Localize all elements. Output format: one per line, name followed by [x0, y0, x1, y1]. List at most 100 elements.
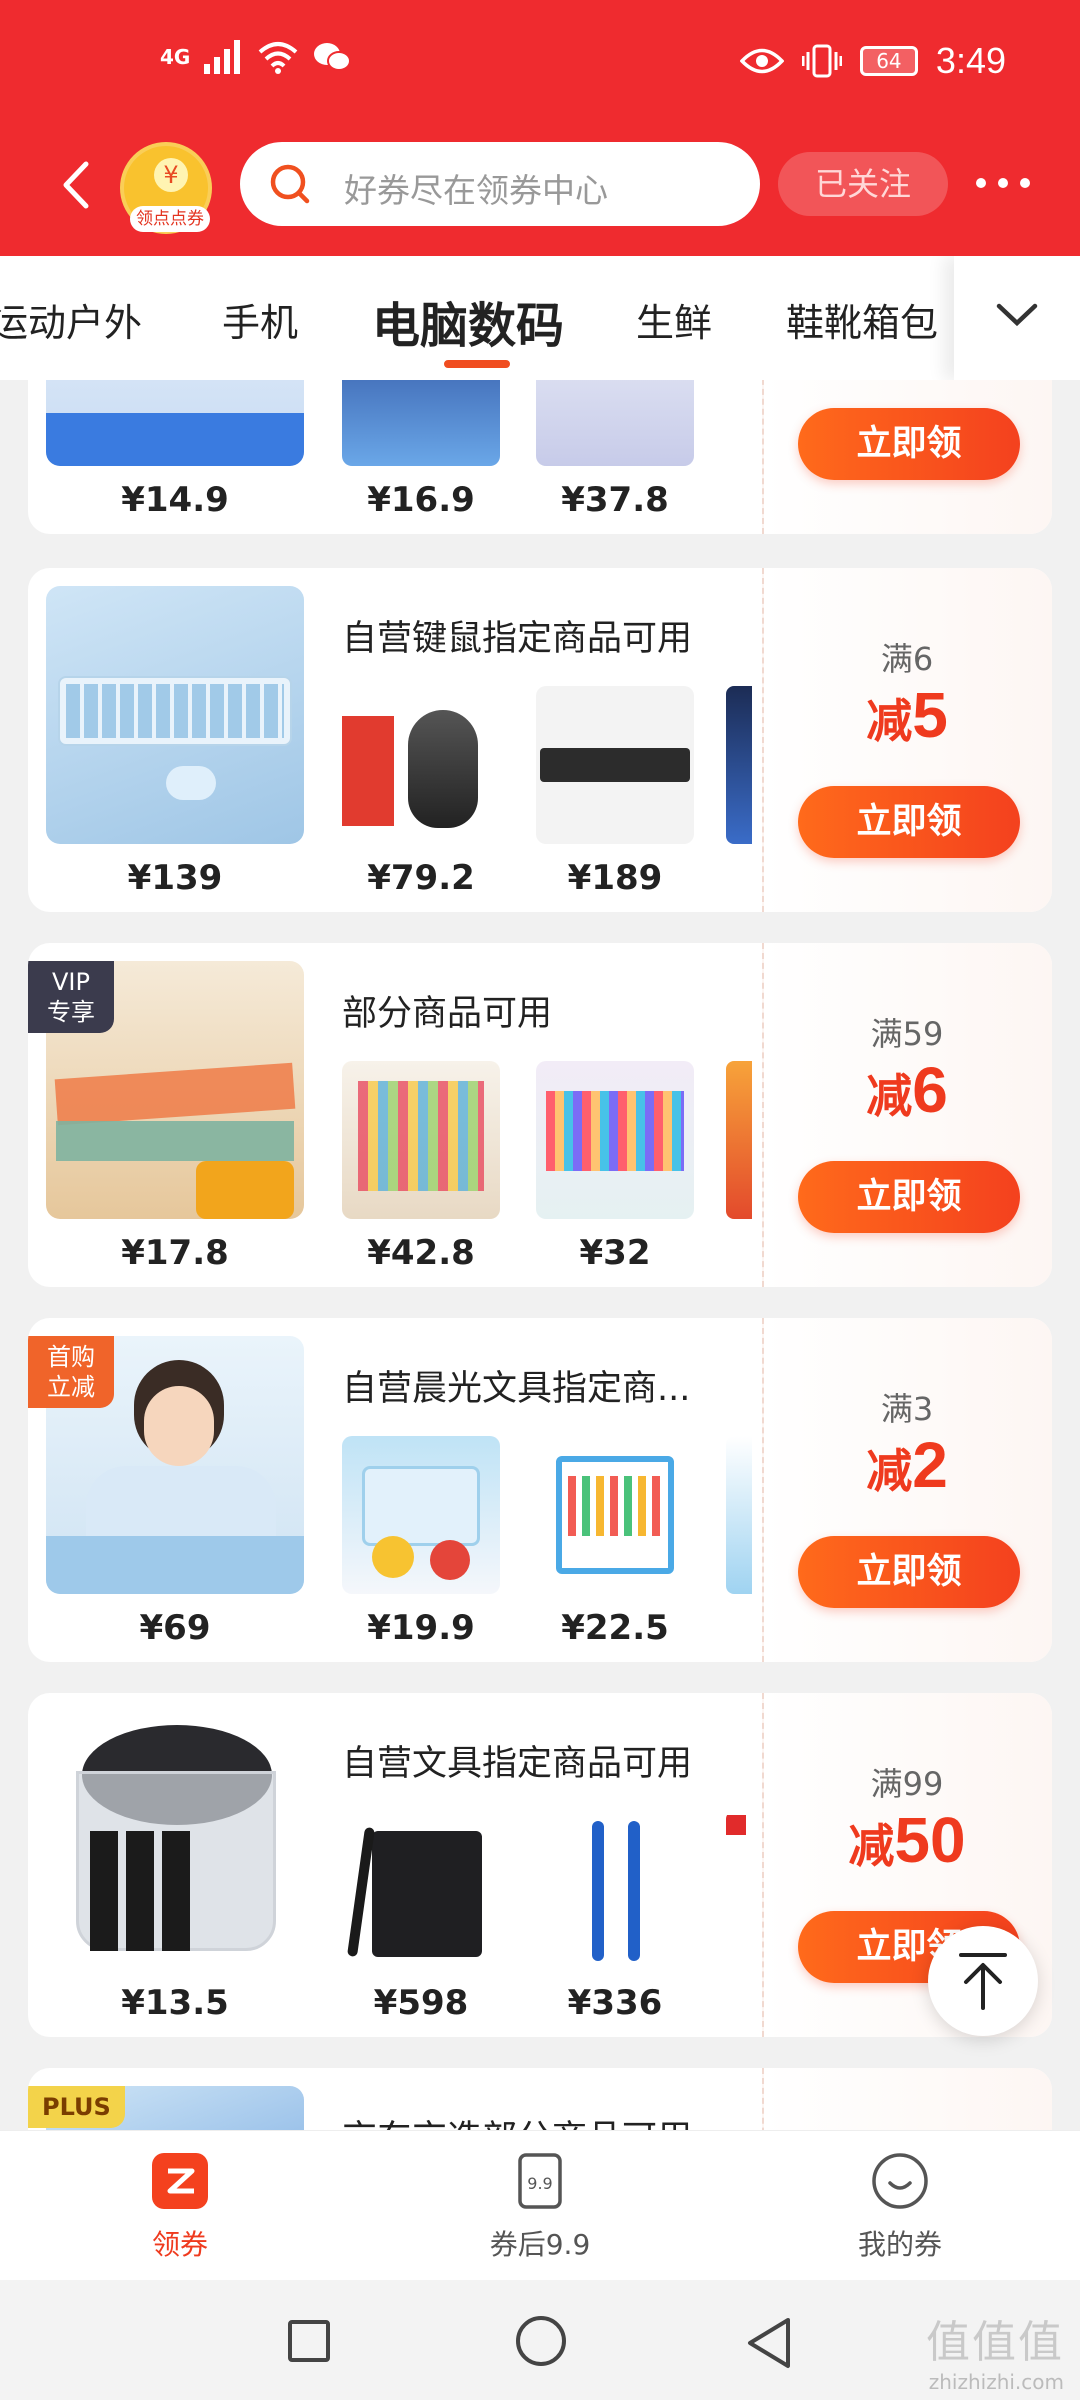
discount-prefix: 减: [866, 1069, 913, 1123]
product-thumb-peek[interactable]: [726, 686, 752, 844]
tab-shoes-bags[interactable]: 鞋靴箱包: [786, 292, 938, 347]
more-menu-icon[interactable]: [976, 178, 1030, 188]
claim-button[interactable]: 立即领: [798, 1161, 1020, 1233]
product-thumb-peek[interactable]: [726, 1061, 752, 1219]
nav-label: 券后9.9: [489, 2228, 591, 2261]
follow-button[interactable]: 已关注: [778, 152, 948, 216]
watermark-site: zhizhizhi.com: [928, 2370, 1064, 2394]
product-image[interactable]: [46, 1711, 304, 1969]
coupon-condition: 满6: [880, 640, 934, 678]
coupon-card: PLUS 京东京造部分商品可用: [28, 2068, 1052, 2130]
first-purchase-badge-text: 首购 立减: [47, 1343, 95, 1401]
product-price: ¥42.8: [367, 1233, 475, 1273]
product-price: ¥13.5: [121, 1983, 229, 2023]
claim-button[interactable]: 立即领: [798, 1536, 1020, 1608]
product-thumb[interactable]: [536, 380, 694, 466]
discount-prefix: 减: [866, 1444, 913, 1498]
coupon-card: ¥13.5 自营文具指定商品可用 ¥598 ¥336 满99 减50 立即领: [28, 1693, 1052, 2037]
watermark-glyphs: 值值值: [926, 2317, 1064, 2368]
coupon-condition: 满59: [870, 1015, 944, 1053]
coupon-condition: 满99: [870, 1765, 944, 1803]
nav-coupons[interactable]: 领券: [80, 2151, 280, 2263]
coupon-title: 京东京造部分商品可用: [342, 2110, 692, 2130]
battery-indicator: 64: [859, 46, 918, 76]
product-thumb[interactable]: [536, 1061, 694, 1219]
tab-fresh-food[interactable]: 生鲜: [636, 292, 712, 347]
network-label: 4G: [160, 45, 191, 69]
product-thumb[interactable]: [342, 686, 500, 844]
bottom-nav: 领券 9.9 券后9.9 我的券: [0, 2130, 1080, 2280]
nav-after-coupon-9-9[interactable]: 9.9 券后9.9: [440, 2151, 640, 2263]
product-price: ¥37.8: [561, 480, 669, 520]
product-thumb-peek[interactable]: [726, 1811, 752, 1969]
tab-computers-digital[interactable]: 电脑数码: [372, 286, 564, 356]
product-price: ¥79.2: [367, 858, 475, 898]
claim-button[interactable]: 立即领: [798, 786, 1020, 858]
coupon-card: ¥14.9 ¥16.9 ¥37.8 立即领: [28, 380, 1052, 534]
coupon-title: 自营键鼠指定商品可用: [342, 619, 693, 659]
coupon-icon: [152, 2153, 208, 2209]
back-arrow-icon[interactable]: [56, 160, 96, 210]
discount-value: 50: [894, 1804, 966, 1876]
signal-icon: [204, 40, 241, 74]
coupon-title: 部分商品可用: [342, 994, 553, 1034]
product-price: ¥598: [373, 1983, 469, 2023]
eye-comfort-icon: [739, 48, 784, 74]
search-input[interactable]: 好券尽在领券中心: [240, 142, 760, 226]
watermark: 值值值 zhizhizhi.com: [926, 2306, 1064, 2394]
vip-badge-text: VIP 专享: [47, 968, 95, 1026]
product-thumb[interactable]: [342, 1811, 500, 1969]
product-thumb[interactable]: [342, 380, 500, 466]
vip-badge: VIP 专享: [28, 961, 114, 1033]
coupon-discount: 减6: [762, 1053, 1052, 1127]
product-thumb[interactable]: [536, 1811, 694, 1969]
nav-label: 领券: [151, 2228, 208, 2261]
vibrate-icon: [801, 44, 842, 78]
claim-button[interactable]: 立即领: [798, 408, 1020, 480]
tab-phones[interactable]: 手机: [222, 292, 298, 347]
discount-value: 6: [912, 1054, 948, 1126]
recent-apps-icon[interactable]: [288, 2320, 330, 2362]
coupon-points-label: 领点点券: [130, 206, 210, 232]
yen-coin-icon: ¥: [154, 158, 188, 192]
coupon-condition: 满3: [880, 1390, 934, 1428]
coupon-points-logo[interactable]: ¥ 领点点券: [120, 142, 212, 234]
coupon-discount: 减2: [762, 1428, 1052, 1502]
product-thumb-peek[interactable]: [726, 1436, 752, 1594]
coupon-card: 首购 立减 ¥69 自营晨光文具指定商... ¥19.9 ¥22.5 满3 减2…: [28, 1318, 1052, 1662]
search-icon: [270, 164, 310, 204]
product-price: ¥189: [567, 858, 663, 898]
product-thumb[interactable]: [536, 686, 694, 844]
nav-header: ¥ 领点点券 好券尽在领券中心 已关注: [0, 138, 1080, 234]
clock: 3:49: [935, 40, 1006, 81]
product-thumb[interactable]: [536, 1436, 694, 1594]
expand-tabs-button[interactable]: [954, 256, 1080, 380]
coupon-discount: 减50: [762, 1803, 1052, 1877]
coupon-card: VIP 专享 ¥17.8 部分商品可用 ¥42.8 ¥32 满59 减6 立即领: [28, 943, 1052, 1287]
category-tabs: 运动户外 手机 电脑数码 生鲜 鞋靴箱包: [0, 256, 1080, 380]
nav-my-coupons[interactable]: 我的券: [800, 2151, 1000, 2263]
product-price: ¥17.8: [121, 1233, 229, 1273]
coupon-side: [762, 2068, 1052, 2130]
product-price: ¥69: [139, 1608, 211, 1648]
tab-sports-outdoor[interactable]: 运动户外: [0, 292, 142, 347]
product-thumb[interactable]: [342, 1436, 500, 1594]
home-icon[interactable]: [516, 2316, 566, 2366]
nav-label: 我的券: [857, 2228, 942, 2261]
product-price: ¥32: [579, 1233, 651, 1273]
coupon-title: 自营晨光文具指定商...: [342, 1369, 691, 1409]
status-left: 4G: [160, 40, 352, 74]
discount-value: 5: [912, 679, 948, 751]
coupon-list[interactable]: ¥14.9 ¥16.9 ¥37.8 立即领 ¥139 自营键鼠指定商品可用 ¥7…: [0, 380, 1080, 2130]
product-thumb[interactable]: [342, 1061, 500, 1219]
discount-value: 2: [912, 1429, 948, 1501]
product-image[interactable]: [46, 380, 304, 466]
discount-prefix: 减: [848, 1819, 895, 1873]
system-nav-bar: 值值值 zhizhizhi.com: [0, 2280, 1080, 2400]
first-purchase-badge: 首购 立减: [28, 1336, 114, 1408]
active-tab-indicator: [444, 360, 510, 368]
back-to-top-button[interactable]: [928, 1926, 1038, 2036]
back-triangle-icon[interactable]: [744, 2316, 794, 2370]
product-image[interactable]: [46, 586, 304, 844]
arrow-up-icon: [959, 1953, 1007, 2010]
